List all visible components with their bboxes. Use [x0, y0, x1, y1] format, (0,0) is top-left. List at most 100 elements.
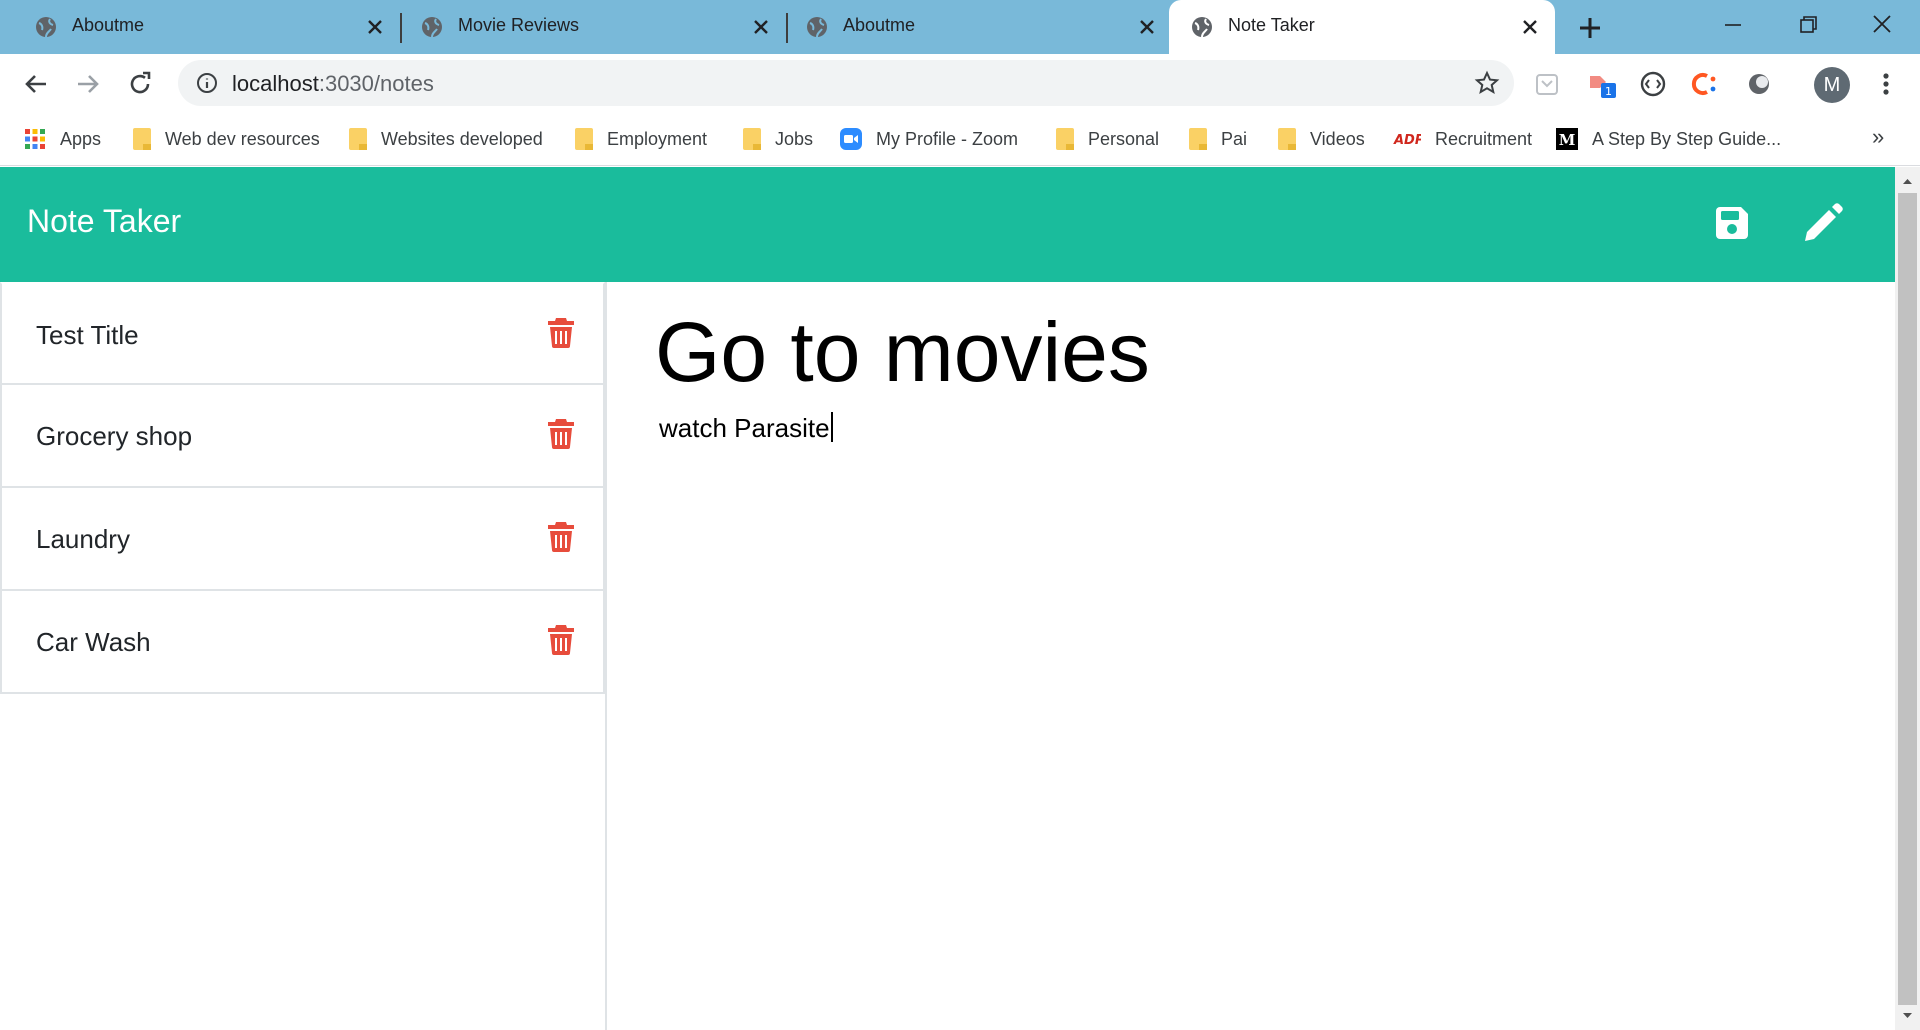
bookmark-zoom[interactable]: My Profile - Zoom — [840, 124, 1018, 154]
tab-title: Note Taker — [1228, 15, 1315, 35]
scroll-up-arrow-icon[interactable] — [1901, 175, 1914, 188]
folder-icon — [575, 128, 593, 150]
tab-title: Movie Reviews — [458, 15, 580, 35]
reload-button[interactable] — [124, 68, 156, 100]
folder-icon — [1056, 128, 1074, 150]
avatar[interactable]: M — [1814, 67, 1850, 103]
star-icon[interactable] — [1474, 70, 1500, 96]
extension-circle-icon[interactable] — [1743, 68, 1775, 100]
folder-icon — [1278, 128, 1296, 150]
bookmark-label: Videos — [1310, 128, 1365, 149]
app-navbar: Note Taker — [0, 167, 1895, 282]
scroll-down-arrow-icon[interactable] — [1901, 1009, 1914, 1022]
extension-c-icon[interactable] — [1689, 68, 1721, 100]
close-icon[interactable] — [363, 15, 387, 39]
list-item[interactable]: Test Title — [0, 282, 605, 385]
bookmark-label: Websites developed — [381, 128, 543, 149]
bookmark-pai[interactable]: Pai — [1189, 124, 1247, 154]
list-item[interactable]: Grocery shop — [0, 385, 605, 488]
app-brand[interactable]: Note Taker — [27, 203, 181, 240]
folder-icon — [133, 128, 151, 150]
bookmark-label: Jobs — [775, 128, 814, 149]
extension-dev-icon[interactable] — [1637, 68, 1669, 100]
bookmark-employment[interactable]: Employment — [575, 124, 707, 154]
trash-icon[interactable] — [547, 316, 575, 348]
tab-aboutme-1[interactable]: Aboutme — [0, 0, 400, 54]
bookmark-label: Pai — [1221, 128, 1248, 149]
globe-icon — [36, 17, 56, 38]
note-title[interactable]: Test Title — [36, 320, 139, 351]
note-title[interactable]: Car Wash — [36, 627, 151, 658]
tab-title: Aboutme — [843, 15, 916, 35]
bookmark-web-dev-resources[interactable]: Web dev resources — [133, 124, 320, 154]
trash-icon[interactable] — [547, 623, 575, 655]
note-title[interactable]: Grocery shop — [36, 421, 192, 452]
bookmark-videos[interactable]: Videos — [1278, 124, 1365, 154]
bookmark-personal[interactable]: Personal — [1056, 124, 1159, 154]
tab-movie-reviews[interactable]: Movie Reviews — [386, 0, 772, 54]
list-item[interactable]: Laundry — [0, 488, 605, 591]
bookmark-websites-developed[interactable]: Websites developed — [349, 124, 543, 154]
arrow-left-icon — [25, 75, 46, 93]
apps-grid-icon — [25, 129, 45, 149]
adp-icon: ADP — [1393, 133, 1421, 148]
info-icon[interactable] — [196, 72, 218, 94]
notes-sidebar: Test Title Grocery shop Laundry Car Wash — [0, 282, 607, 1030]
text-caret — [830, 412, 833, 442]
trash-icon[interactable] — [547, 520, 575, 552]
globe-icon — [1192, 17, 1212, 38]
tab-aboutme-2[interactable]: Aboutme — [771, 0, 1157, 54]
bookmark-jobs[interactable]: Jobs — [743, 124, 813, 154]
close-icon[interactable] — [1518, 15, 1542, 39]
folder-icon — [349, 128, 367, 150]
extension-pocket-icon[interactable] — [1531, 68, 1563, 100]
tab-note-taker[interactable]: Note Taker — [1169, 0, 1555, 54]
save-icon[interactable] — [1712, 203, 1752, 243]
close-window-icon[interactable] — [1862, 10, 1902, 40]
bookmark-label: Employment — [607, 128, 708, 149]
note-textarea[interactable]: watch Parasite — [659, 412, 833, 444]
bookmarks-bar: Apps Web dev resources Websites develope… — [0, 114, 1920, 166]
svg-text:ADP: ADP — [1393, 133, 1421, 148]
restore-icon[interactable] — [1788, 10, 1828, 40]
new-tab-plus-icon[interactable] — [1575, 13, 1605, 43]
bookmark-step-by-step-guide[interactable]: M A Step By Step Guide... — [1556, 124, 1781, 154]
reload-icon — [130, 71, 151, 94]
globe-icon — [807, 17, 827, 38]
note-taker-app: Note Taker Test Title Grocery shop Laund… — [0, 167, 1895, 1030]
bookmark-apps[interactable]: Apps — [24, 124, 101, 154]
bookmark-label: Recruitment — [1435, 128, 1533, 149]
address-bar[interactable]: localhost:3030/notes — [178, 60, 1514, 106]
page-scrollbar[interactable] — [1895, 167, 1920, 1030]
bookmark-label: A Step By Step Guide... — [1592, 128, 1782, 149]
forward-button[interactable] — [72, 68, 104, 100]
bookmarks-overflow-button[interactable]: » — [1872, 124, 1884, 150]
more-vertical-icon[interactable] — [1870, 68, 1902, 100]
url-host: localhost — [232, 71, 319, 96]
close-icon[interactable] — [1135, 15, 1159, 39]
bookmark-label: My Profile - Zoom — [876, 128, 1019, 149]
trash-icon[interactable] — [547, 417, 575, 449]
note-list: Test Title Grocery shop Laundry Car Wash — [0, 282, 605, 694]
tab-title: Aboutme — [72, 15, 145, 35]
zoom-icon — [840, 128, 862, 150]
extension-badge-icon[interactable]: 1 — [1586, 68, 1618, 100]
bookmark-label: Apps — [60, 128, 102, 149]
svg-text:1: 1 — [1605, 85, 1612, 98]
list-item[interactable]: Car Wash — [0, 591, 605, 694]
folder-icon — [743, 128, 761, 150]
note-title[interactable]: Laundry — [36, 524, 130, 555]
note-editor: Go to movies watch Parasite — [609, 282, 1895, 1030]
bookmark-recruitment[interactable]: ADP Recruitment — [1393, 124, 1532, 154]
globe-icon — [422, 17, 442, 38]
tab-strip: Aboutme Movie Reviews Aboutme Note Taker — [0, 0, 1920, 54]
pencil-icon[interactable] — [1802, 201, 1844, 243]
minimize-icon[interactable] — [1713, 10, 1753, 40]
scrollbar-thumb[interactable] — [1898, 193, 1917, 1005]
bookmark-label: Web dev resources — [165, 128, 320, 149]
back-button[interactable] — [20, 68, 52, 100]
close-icon[interactable] — [749, 15, 773, 39]
folder-icon — [1189, 128, 1207, 150]
note-title-input[interactable]: Go to movies — [655, 304, 1150, 401]
avatar-initial: M — [1823, 73, 1841, 96]
